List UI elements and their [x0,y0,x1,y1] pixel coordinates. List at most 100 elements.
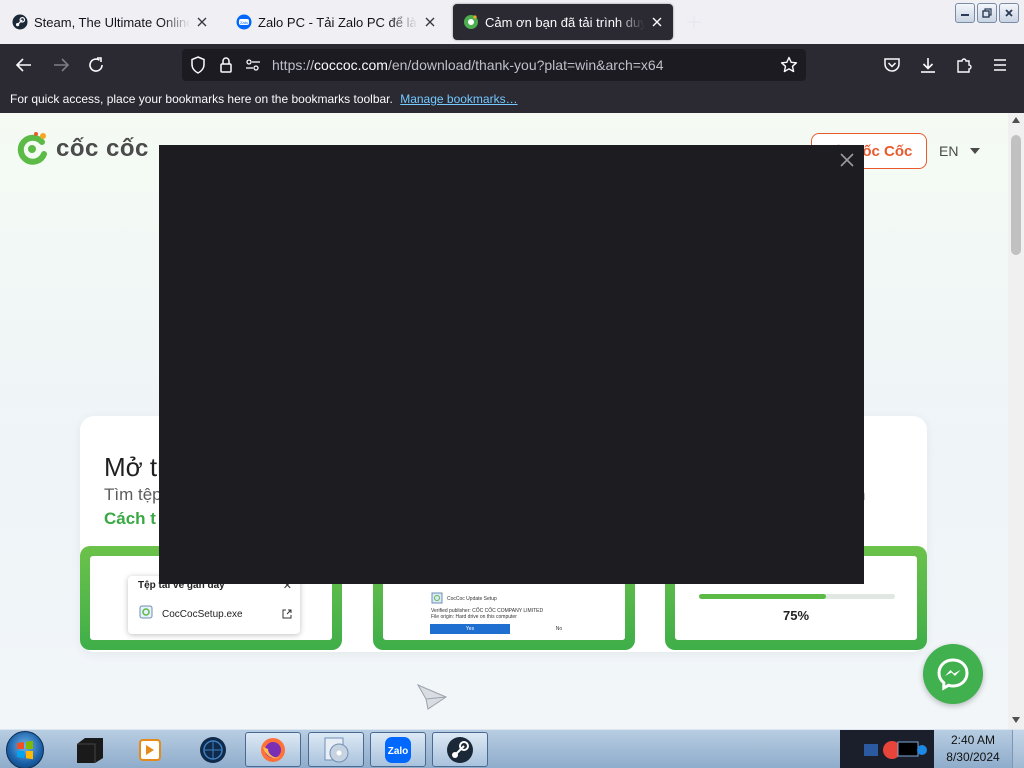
close-window-button[interactable] [999,3,1019,23]
close-icon [1005,9,1013,17]
show-desktop-button[interactable] [1012,730,1024,768]
card-help-link[interactable]: Cách t [104,509,156,529]
navigation-toolbar: https://coccoc.com/en/download/thank-you… [0,44,1024,86]
zalo-icon: Zalo [385,736,411,763]
hamburger-menu-icon [994,59,1006,71]
taskbar-network-app[interactable] [185,732,241,767]
manage-bookmarks-link[interactable]: Manage bookmarks… [400,92,517,106]
forward-button[interactable] [49,53,73,77]
url-path: /en/download/thank-you?plat=win&arch=x64 [387,57,664,73]
open-external-icon [282,609,292,619]
tab-strip: Steam, The Ultimate Online Game Platform… [0,0,1024,44]
install-progress-label: 75% [782,608,810,623]
windows-taskbar: Zalo 2:40 AM 8/30/2024 [0,729,1024,768]
caret-down-icon [970,148,981,154]
back-button[interactable] [12,53,36,77]
video-modal [159,145,864,584]
tab-title: Steam, The Ultimate Online Game Platform [34,14,190,30]
uac-dialog-title: CocCoc Update Setup [447,596,497,602]
card-subtitle: Tìm tệp [104,485,162,504]
bookmark-star-icon[interactable] [780,56,798,74]
download-icon [921,58,935,73]
tray-icons[interactable] [862,736,928,764]
paper-plane-icon [416,683,448,710]
media-player-icon [139,738,161,761]
tab-title: Cảm ơn bạn đã tải trình duyệt Cốc Cốc [485,14,645,30]
coccoc-icon [464,15,478,29]
taskbar-steam[interactable] [432,732,488,767]
url-bar[interactable]: https://coccoc.com/en/download/thank-you… [182,49,806,81]
scroll-down-icon[interactable] [1012,717,1020,723]
menu-button[interactable] [988,53,1012,77]
tab-zalo[interactable]: Zalo Zalo PC - Tải Zalo PC để làm việc [226,4,446,40]
clock-date: 8/30/2024 [946,750,1000,764]
tab-coccoc[interactable]: Cảm ơn bạn đã tải trình duyệt Cốc Cốc [453,4,673,40]
downloads-button[interactable] [916,53,940,77]
bookmarks-toolbar: For quick access, place your bookmarks h… [0,86,1024,113]
forward-arrow-icon [54,58,70,72]
taskbar-dvd-maker[interactable] [308,732,364,767]
dvd-maker-icon [324,737,349,762]
steam-icon [447,736,473,763]
reload-button[interactable] [84,53,108,77]
language-selector[interactable]: EN [939,143,981,159]
uac-no-button: No [519,624,599,634]
messenger-chat-button[interactable] [923,644,983,704]
app-icon [77,737,103,763]
installer-file-icon [139,605,153,619]
back-arrow-icon [15,58,31,72]
taskbar-media-player[interactable] [121,732,177,767]
extensions-button[interactable] [952,53,976,77]
close-tab-icon[interactable] [649,14,665,30]
pocket-icon [884,58,900,72]
url-text[interactable]: https://coccoc.com/en/download/thank-you… [272,57,663,73]
scroll-up-icon[interactable] [1012,117,1020,123]
uac-file-origin: File origin: Hard drive on this computer [431,614,517,620]
coccoc-logo[interactable]: cốc cốc [14,131,149,167]
minimize-button[interactable] [955,3,975,23]
close-tab-icon[interactable] [194,14,210,30]
tab-steam[interactable]: Steam, The Ultimate Online Game Platform [2,4,218,40]
coccoc-logo-icon [17,132,47,165]
install-progress-fill [699,594,827,599]
firefox-icon [261,737,285,762]
clock-time: 2:40 AM [950,733,996,747]
scrollbar-thumb[interactable] [1011,135,1021,255]
uac-yes-button: Yes [430,624,510,634]
zalo-icon: Zalo [236,14,252,30]
close-modal-icon[interactable] [840,153,854,167]
svg-text:Zalo: Zalo [240,20,249,25]
minimize-icon [961,14,969,16]
messenger-icon [937,658,969,691]
puzzle-icon [957,58,972,73]
steam-icon [12,14,28,30]
lock-icon[interactable] [219,56,233,74]
install-progress-bar [699,594,895,599]
restore-icon [982,8,992,18]
url-prefix: https:// [272,57,315,73]
taskbar-app-1[interactable] [62,732,118,767]
url-host: coccoc.com [314,57,388,73]
globe-icon [200,736,226,763]
windows-logo-icon [17,740,33,760]
recent-downloads-panel: Tệp tải về gần đây ✕ CocCocSetup.exe [128,576,300,634]
taskbar-zalo[interactable]: Zalo [370,732,426,767]
logo-text: cốc cốc [56,135,149,162]
close-tab-icon[interactable] [422,14,438,30]
installer-shield-icon [431,592,443,604]
restore-button[interactable] [977,3,997,23]
permissions-icon[interactable] [245,58,261,72]
svg-text:Zalo: Zalo [388,746,409,757]
tab-title: Zalo PC - Tải Zalo PC để làm việc [258,14,418,30]
downloaded-file-name: CocCocSetup.exe [162,609,243,620]
taskbar-firefox[interactable] [245,732,301,767]
taskbar-clock[interactable]: 2:40 AM 8/30/2024 [936,732,1010,766]
new-tab-plus-icon[interactable] [682,10,706,34]
pocket-button[interactable] [880,53,904,77]
bookmarks-hint: For quick access, place your bookmarks h… [10,92,393,106]
tracking-protection-shield-icon[interactable] [190,56,206,74]
reload-icon [89,57,103,72]
page-scrollbar[interactable] [1008,113,1024,729]
language-code: EN [939,143,959,159]
start-button[interactable] [6,731,44,768]
